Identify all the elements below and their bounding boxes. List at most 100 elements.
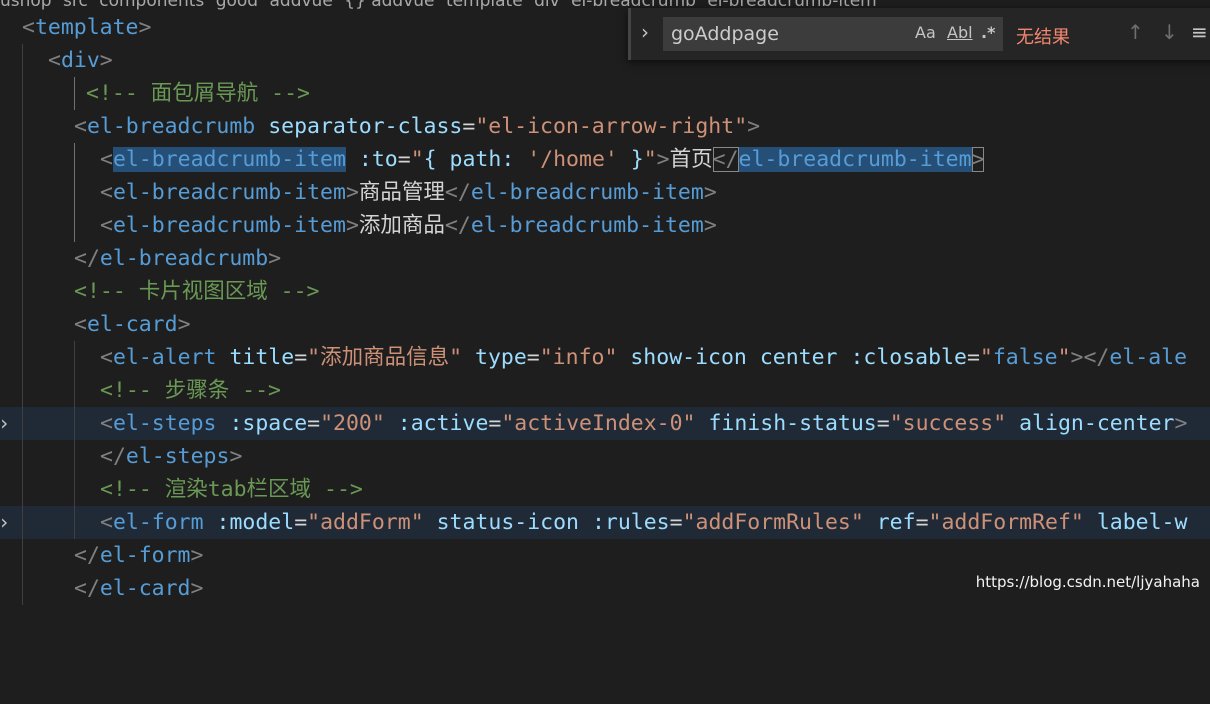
indent-guide <box>22 275 23 308</box>
code-line[interactable]: <el-breadcrumb separator-class="el-icon-… <box>0 110 1210 143</box>
code-line[interactable]: <el-alert title="添加商品信息" type="info" sho… <box>0 341 1210 374</box>
punc: = <box>397 147 411 172</box>
attr-name: finish-status <box>708 411 877 436</box>
punc: > <box>1174 411 1188 436</box>
regex-icon[interactable]: .* <box>981 23 995 42</box>
indent-guide <box>74 209 75 242</box>
punc: < <box>74 114 87 139</box>
tag-name: template <box>34 15 139 40</box>
indent-guide <box>22 308 23 341</box>
attr-name: type <box>475 345 527 370</box>
punc: < <box>100 147 113 172</box>
chevron-right-icon[interactable]: › <box>0 506 10 539</box>
code-text: <el-alert title="添加商品信息" type="info" sho… <box>100 345 1188 370</box>
breadcrumb-item[interactable]: src <box>63 0 88 11</box>
code-text: <el-breadcrumb-item>添加商品</el-breadcrumb-… <box>100 209 717 242</box>
code-line[interactable]: </el-breadcrumb> <box>0 242 1210 275</box>
breadcrumb-item[interactable]: components <box>99 0 204 11</box>
breadcrumb-item[interactable]: {} addvue <box>344 0 434 11</box>
attr-name: status-icon <box>436 510 579 535</box>
indent-guide <box>22 539 23 572</box>
indent-guide <box>74 341 75 374</box>
attr-name: ref <box>876 510 916 535</box>
code-line[interactable]: <el-card> <box>0 308 1210 341</box>
tag-name: el-card <box>86 312 178 337</box>
punc: </ <box>74 576 100 601</box>
attr-value: "200" <box>320 411 385 436</box>
indent-guide <box>74 143 75 176</box>
tag-name: el-breadcrumb-item <box>112 180 346 205</box>
punc: > <box>656 147 670 172</box>
code-line[interactable]: </el-steps> <box>0 440 1210 473</box>
indent-guide <box>22 374 23 407</box>
breadcrumb-item[interactable]: ushop <box>0 0 52 11</box>
breadcrumb-item[interactable]: addvue <box>269 0 332 11</box>
code-line[interactable]: </el-form> <box>0 539 1210 572</box>
code-text: <div> <box>48 44 113 77</box>
code-line[interactable]: <el-breadcrumb-item>添加商品</el-breadcrumb-… <box>0 209 1210 242</box>
attr-name: :closable <box>850 345 967 370</box>
code-line[interactable]: <!-- 渲染tab栏区域 --> <box>0 473 1210 506</box>
code-line[interactable]: <!-- 步骤条 --> <box>0 374 1210 407</box>
punc: < <box>74 312 87 337</box>
breadcrumb-item[interactable]: div <box>534 0 560 11</box>
tag-name: el-alert <box>112 345 217 370</box>
tag-name: el-breadcrumb-item <box>470 213 704 238</box>
code-line[interactable]: <el-breadcrumb-item :to="{ path: '/home'… <box>0 143 1210 176</box>
code-text: <el-breadcrumb-item>商品管理</el-breadcrumb-… <box>100 176 717 209</box>
tag-name: el-breadcrumb <box>99 246 269 271</box>
punc: < <box>48 48 61 73</box>
tag-name-highlight: el-breadcrumb-item <box>112 147 346 172</box>
code-editor[interactable]: ushop src components good addvue {} addv… <box>0 0 1210 605</box>
attr-value: } <box>617 147 644 172</box>
attr-name: title <box>229 345 295 370</box>
element-text: 添加商品 <box>358 213 445 238</box>
attr-name: show-icon <box>630 345 747 370</box>
tag-name: el-card <box>99 576 191 601</box>
code-text: <el-steps :space="200" :active="activeIn… <box>100 411 1188 436</box>
chevron-right-icon[interactable]: › <box>641 20 649 44</box>
watermark: https://blog.csdn.net/ljyahaha <box>975 573 1200 591</box>
attr-name: :model <box>216 510 295 535</box>
indent-guide <box>22 77 23 110</box>
match-case-icon[interactable]: Aa <box>915 23 936 42</box>
code-line-collapsed[interactable]: › <el-form :model="addForm" status-icon … <box>0 506 1210 539</box>
find-widget: › goAddpage Aa Abl .* 无结果 ↑ ↓ ≡ <box>628 8 1210 60</box>
arrow-down-icon[interactable]: ↓ <box>1161 20 1178 44</box>
attr-value: "success" <box>889 411 1007 436</box>
breadcrumb-item[interactable]: good <box>216 0 258 11</box>
attr-value: "添加商品信息" <box>307 345 463 370</box>
code-text: <el-form :model="addForm" status-icon :r… <box>100 510 1188 535</box>
tag-name: el-ale <box>1109 345 1188 370</box>
punc: > <box>268 246 282 271</box>
indent-guide <box>22 440 23 473</box>
attr-value: " <box>410 147 424 172</box>
punc: </ <box>74 543 100 568</box>
indent-guide <box>22 506 23 539</box>
menu-icon[interactable]: ≡ <box>1191 20 1208 44</box>
code-line-collapsed[interactable]: › <el-steps :space="200" :active="active… <box>0 407 1210 440</box>
punc: </ <box>444 213 471 238</box>
indent-guide <box>22 473 23 506</box>
tag-name: el-form <box>99 543 191 568</box>
punc: </ <box>74 246 100 271</box>
indent-guide <box>22 110 23 143</box>
attr-value: " <box>1057 345 1071 370</box>
code-line[interactable]: <!-- 卡片视图区域 --> <box>0 275 1210 308</box>
code-line[interactable]: <!-- 面包屑导航 --> <box>0 77 1210 110</box>
breadcrumb-item[interactable]: template <box>446 0 523 11</box>
indent-guide <box>74 473 75 506</box>
indent-guide <box>22 407 23 440</box>
tag-name: el-steps <box>112 411 217 436</box>
punc: < <box>100 510 113 535</box>
punc: < <box>22 15 35 40</box>
indent-guide <box>74 440 75 473</box>
punc: > <box>190 576 204 601</box>
indent-guide <box>22 341 23 374</box>
chevron-right-icon[interactable]: › <box>0 407 10 440</box>
whole-word-icon[interactable]: Abl <box>947 23 973 42</box>
code-line[interactable]: <el-breadcrumb-item>商品管理</el-breadcrumb-… <box>0 176 1210 209</box>
indent-guide <box>22 209 23 242</box>
arrow-up-icon[interactable]: ↑ <box>1127 20 1144 44</box>
punc: < <box>100 345 113 370</box>
